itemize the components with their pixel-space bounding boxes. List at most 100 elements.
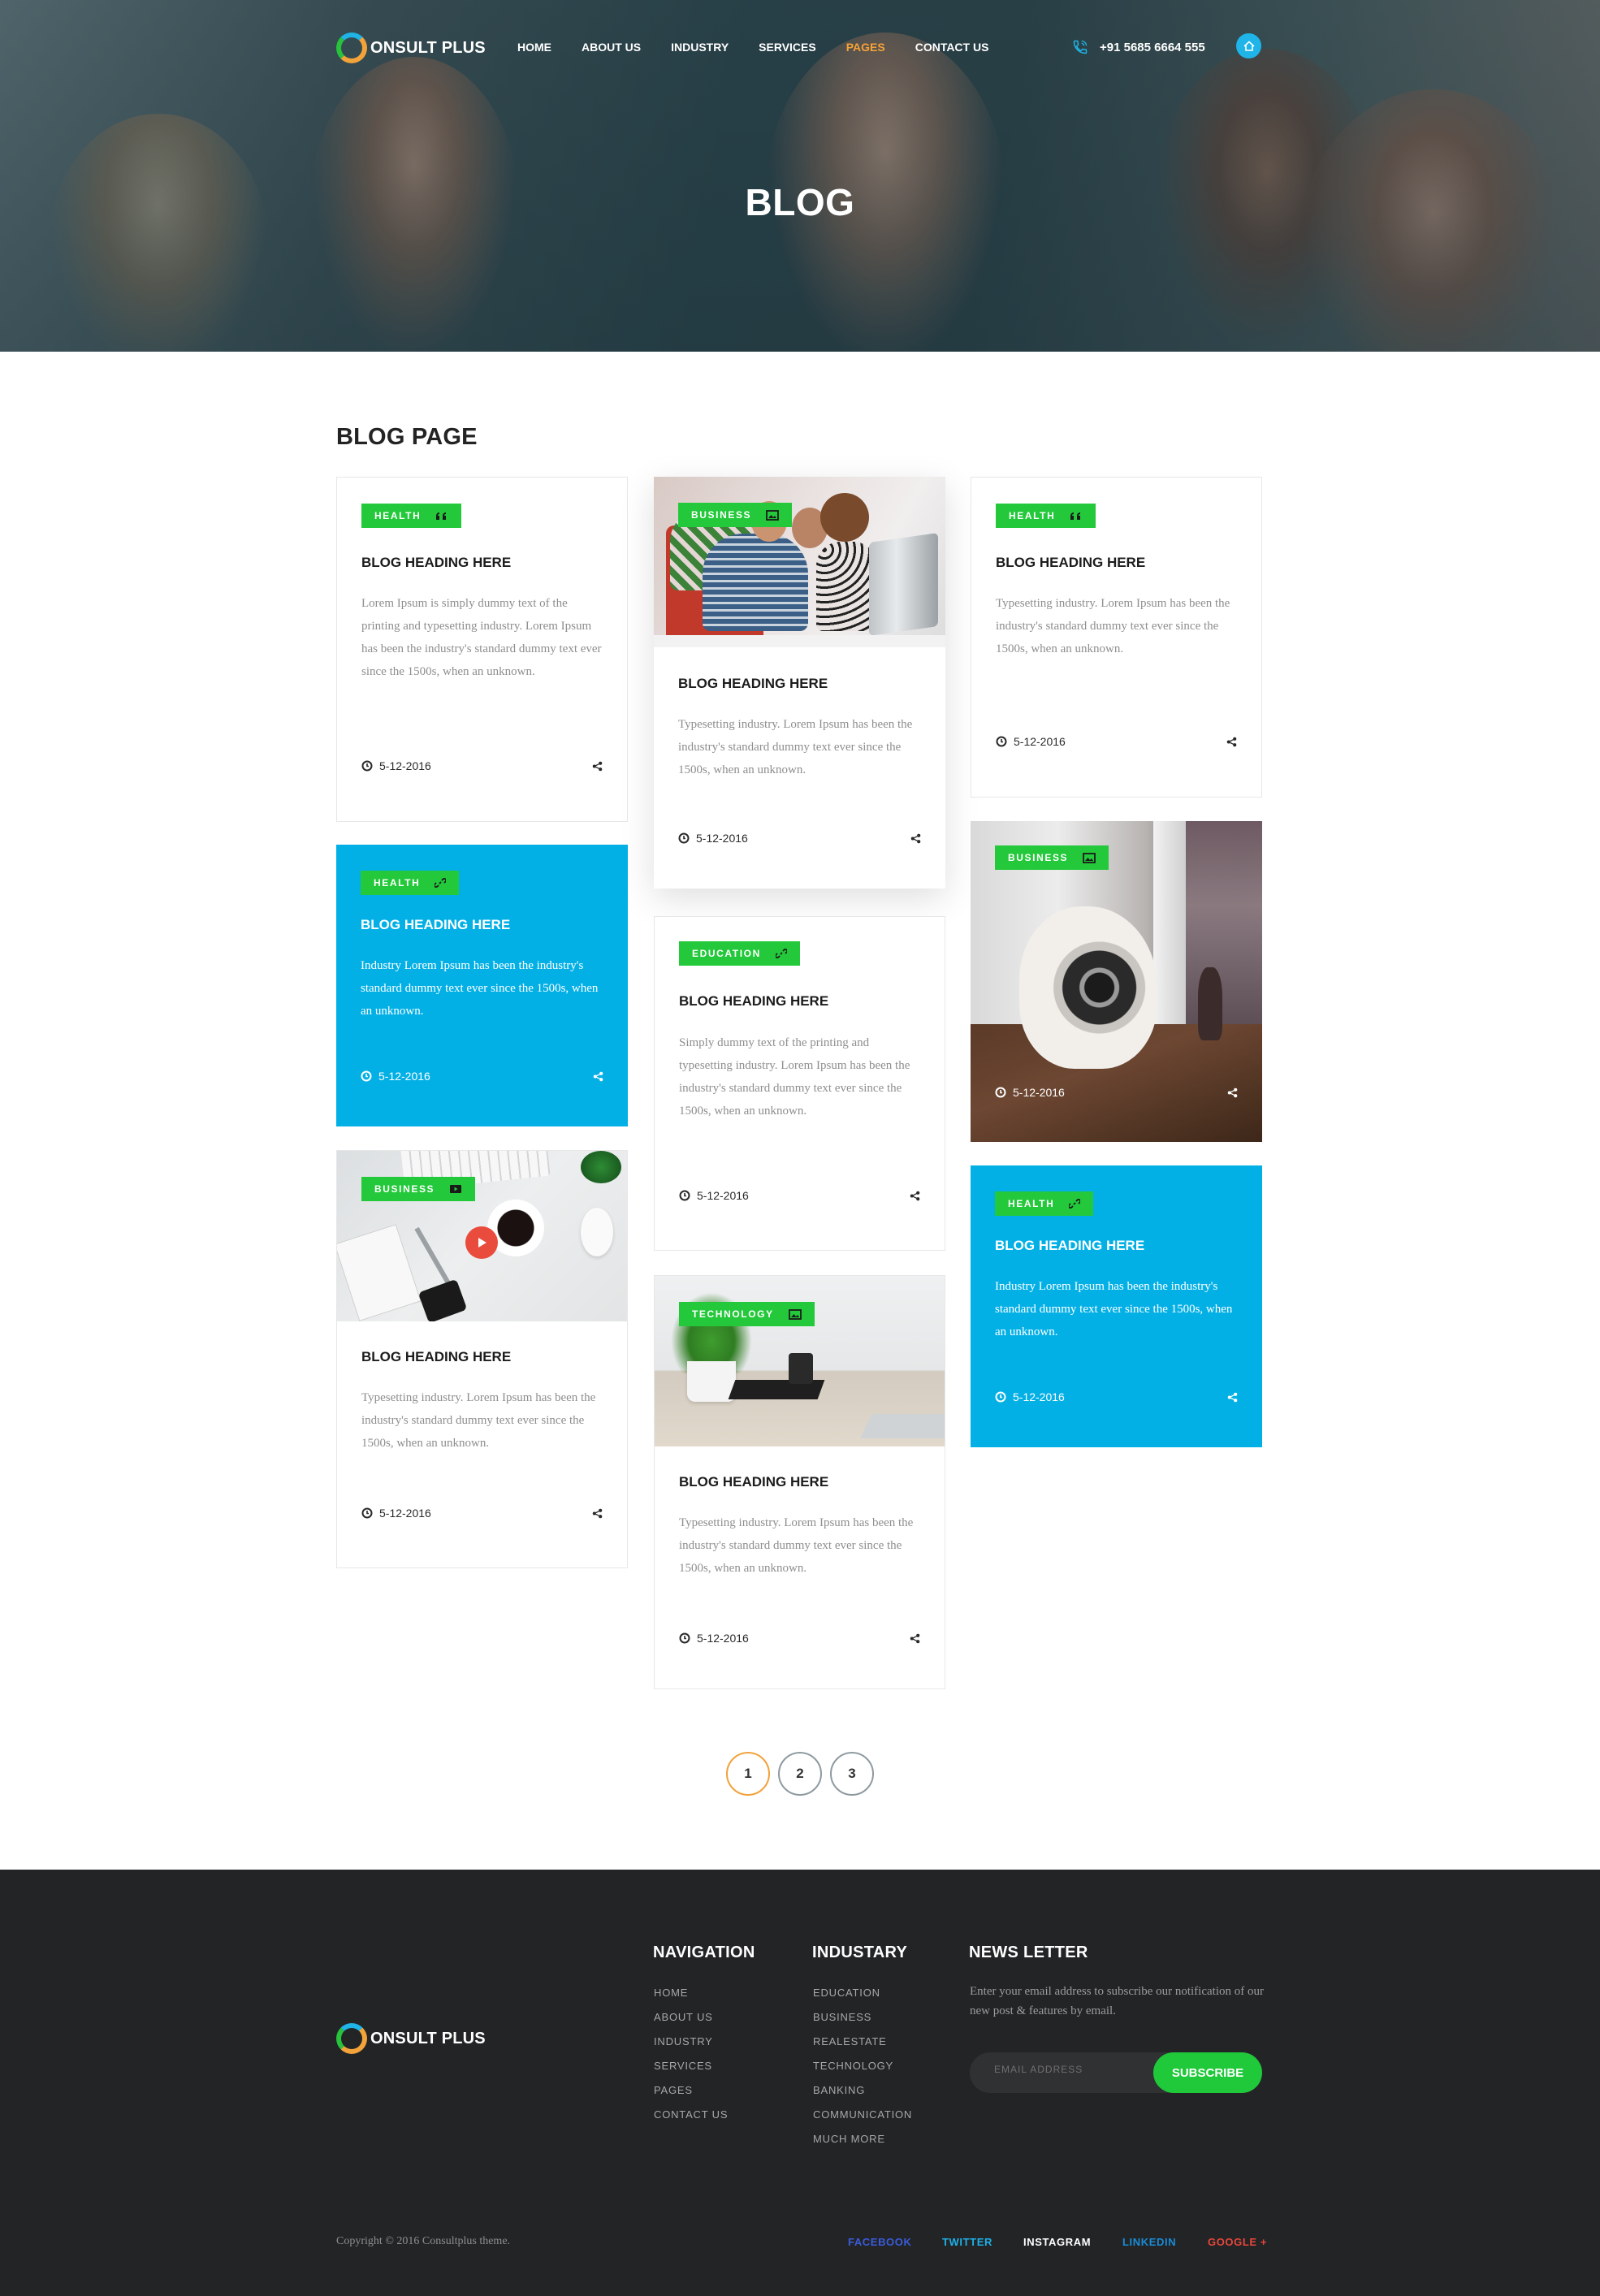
video-icon — [449, 1184, 462, 1194]
post-title[interactable]: BLOG HEADING HERE — [679, 1474, 828, 1490]
quote-icon — [1070, 511, 1083, 521]
photo-figurine — [1198, 967, 1222, 1040]
post-excerpt: Industry Lorem Ipsum has been the indust… — [995, 1280, 1233, 1338]
category-tag[interactable]: BUSINESS — [678, 503, 793, 527]
share-icon[interactable] — [1227, 1392, 1238, 1403]
footer-link-about-us[interactable]: ABOUT US — [654, 2011, 728, 2035]
footer-link-much-more[interactable]: MUCH MORE — [813, 2133, 912, 2157]
category-tag[interactable]: TECHNOLOGY — [679, 1302, 815, 1326]
photo-hair — [820, 493, 869, 542]
image-icon — [788, 1308, 802, 1320]
share-icon[interactable] — [592, 761, 603, 772]
post-excerpt: Typesetting industry. Lorem Ipsum has be… — [361, 1391, 596, 1450]
image-icon — [1083, 852, 1096, 863]
social-link-twitter[interactable]: TWITTER — [942, 2236, 992, 2248]
newsletter-email-input[interactable] — [994, 2064, 1140, 2075]
blog-card[interactable]: EDUCATION BLOG HEADING HERE Simply dummy… — [654, 916, 945, 1251]
footer-newsletter-title: NEWS LETTER — [969, 1944, 1088, 1961]
category-tag[interactable]: HEALTH — [361, 871, 460, 895]
phone-icon — [1073, 40, 1088, 54]
blog-card[interactable]: BUSINESS 5-12-2016 — [971, 821, 1262, 1142]
share-icon[interactable] — [593, 1071, 603, 1082]
post-title[interactable]: BLOG HEADING HERE — [996, 555, 1145, 571]
footer-link-contact-us[interactable]: CONTACT US — [654, 2108, 728, 2133]
category-tag[interactable]: HEALTH — [361, 504, 462, 528]
post-meta: 5-12-2016 — [995, 1086, 1238, 1099]
play-video-button[interactable] — [465, 1226, 498, 1259]
category-tag[interactable]: BUSINESS — [995, 845, 1109, 870]
nav-item-pages[interactable]: PAGES — [846, 41, 885, 54]
category-label: BUSINESS — [691, 509, 752, 521]
header-home-button[interactable] — [1236, 33, 1261, 58]
blog-card[interactable]: HEALTH BLOG HEADING HERE Typesetting ind… — [971, 477, 1262, 798]
share-icon[interactable] — [910, 1633, 920, 1644]
hero-title: BLOG — [745, 181, 855, 223]
clock-icon — [361, 1070, 372, 1082]
photo-desk — [654, 635, 945, 647]
pagination-page-3[interactable]: 3 — [830, 1752, 874, 1796]
share-icon[interactable] — [910, 1191, 920, 1201]
post-title[interactable]: BLOG HEADING HERE — [678, 676, 828, 692]
footer-industry-list: EDUCATION BUSINESS REALESTATE TECHNOLOGY… — [813, 1987, 912, 2157]
share-icon[interactable] — [910, 833, 921, 844]
nav-item-about-us[interactable]: ABOUT US — [582, 41, 641, 54]
post-meta: 5-12-2016 — [361, 759, 603, 772]
photo-monitor — [869, 533, 938, 636]
category-tag[interactable]: EDUCATION — [679, 941, 800, 966]
logo-text: ONSULT PLUS — [370, 2029, 486, 2047]
blog-card[interactable]: BUSINESS BLOG HEADING HERE Typesetting i… — [654, 477, 945, 889]
category-label: HEALTH — [1009, 510, 1056, 521]
subscribe-button[interactable]: SUBSCRIBE — [1153, 2052, 1262, 2093]
footer-link-pages[interactable]: PAGES — [654, 2084, 728, 2108]
nav-item-services[interactable]: SERVICES — [759, 41, 816, 54]
link-icon — [435, 877, 447, 889]
footer-link-services[interactable]: SERVICES — [654, 2060, 728, 2084]
post-title[interactable]: BLOG HEADING HERE — [361, 555, 511, 571]
footer-link-home[interactable]: HOME — [654, 1987, 728, 2011]
nav-item-home[interactable]: HOME — [517, 41, 551, 54]
post-date: 5-12-2016 — [379, 1507, 431, 1520]
post-title[interactable]: BLOG HEADING HERE — [995, 1238, 1144, 1254]
share-icon[interactable] — [592, 1508, 603, 1519]
category-tag[interactable]: HEALTH — [996, 504, 1096, 528]
footer-link-communication[interactable]: COMMUNICATION — [813, 2108, 912, 2133]
footer-link-education[interactable]: EDUCATION — [813, 1987, 912, 2011]
category-label: HEALTH — [374, 877, 421, 889]
copyright: Copyright © 2016 Consultplus theme. — [336, 2235, 511, 2247]
footer-link-banking[interactable]: BANKING — [813, 2084, 912, 2108]
blog-card[interactable]: HEALTH BLOG HEADING HERE Industry Lorem … — [336, 845, 628, 1126]
blog-card[interactable]: HEALTH BLOG HEADING HERE Lorem Ipsum is … — [336, 477, 628, 822]
share-icon[interactable] — [1227, 1087, 1238, 1098]
post-date: 5-12-2016 — [379, 759, 431, 772]
social-link-google-plus[interactable]: GOOGLE + — [1208, 2236, 1267, 2248]
footer-logo[interactable]: ONSULT PLUS — [336, 2023, 486, 2054]
footer-link-realestate[interactable]: REALESTATE — [813, 2035, 912, 2060]
section-title: BLOG PAGE — [336, 424, 478, 450]
social-link-facebook[interactable]: FACEBOOK — [848, 2236, 911, 2248]
category-tag[interactable]: BUSINESS — [361, 1177, 476, 1201]
post-title[interactable]: BLOG HEADING HERE — [361, 917, 510, 933]
footer-industry-title: INDUSTARY — [812, 1944, 908, 1961]
clock-icon — [678, 832, 690, 844]
pagination-page-2[interactable]: 2 — [778, 1752, 822, 1796]
footer-link-business[interactable]: BUSINESS — [813, 2011, 912, 2035]
footer-link-technology[interactable]: TECHNOLOGY — [813, 2060, 912, 2084]
post-date: 5-12-2016 — [1014, 735, 1066, 748]
photo-phone — [417, 1278, 468, 1321]
header-logo[interactable]: ONSULT PLUS — [336, 32, 486, 63]
category-tag[interactable]: HEALTH — [995, 1191, 1094, 1216]
blog-card[interactable]: HEALTH BLOG HEADING HERE Industry Lorem … — [971, 1165, 1262, 1447]
post-title[interactable]: BLOG HEADING HERE — [361, 1349, 511, 1365]
pagination-page-1[interactable]: 1 — [726, 1752, 770, 1796]
post-title[interactable]: BLOG HEADING HERE — [679, 993, 828, 1010]
social-link-instagram[interactable]: INSTAGRAM — [1023, 2236, 1091, 2248]
social-link-linkedin[interactable]: LINKEDIN — [1122, 2236, 1176, 2248]
blog-card[interactable]: TECHNOLOGY BLOG HEADING HERE Typesetting… — [654, 1275, 945, 1689]
footer-link-industry[interactable]: INDUSTRY — [654, 2035, 728, 2060]
share-icon[interactable] — [1226, 737, 1237, 747]
nav-item-industry[interactable]: INDUSTRY — [671, 41, 729, 54]
blog-card[interactable]: BUSINESS BLOG HEADING HERE Typesetting i… — [336, 1150, 628, 1568]
nav-item-contact-us[interactable]: CONTACT US — [915, 41, 989, 54]
header-phone[interactable]: +91 5685 6664 555 — [1072, 39, 1205, 55]
clock-icon — [679, 1632, 690, 1644]
